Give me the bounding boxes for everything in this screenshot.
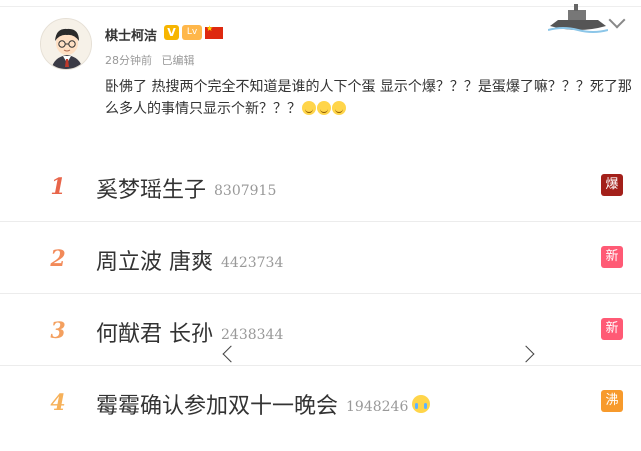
hot-topic-title: 周立波 唐爽 — [96, 250, 213, 275]
chevron-down-icon[interactable] — [608, 11, 626, 29]
hot-count: 4423734 — [221, 255, 284, 271]
hot-topic-title: 霉霉确认参加双十一晚会 — [96, 394, 339, 419]
hot-count: 8307915 — [214, 183, 277, 199]
post-time: 28分钟前 — [105, 54, 152, 67]
hot-count: 1948246 — [346, 399, 409, 415]
sweat-emoji-icon — [317, 101, 331, 115]
post-text-content: 卧佛了 热搜两个完全不知道是谁的人下个蛋 显示个爆？？？是蛋爆了嘛？？？死了那么… — [105, 79, 632, 117]
hot-list-row[interactable]: 4 霉霉确认参加双十一晚会 1948246 沸 — [0, 366, 641, 438]
hot-rank: 1 — [50, 174, 66, 200]
verified-badge-icon: V — [164, 25, 179, 40]
new-tag-badge: 新 — [601, 318, 623, 340]
level-badge-icon: Lv — [182, 25, 202, 40]
sweat-emoji-icon — [332, 101, 346, 115]
hot-topic[interactable]: 奚梦瑶生子 8307915 — [96, 172, 276, 204]
new-tag-badge: 新 — [601, 246, 623, 268]
ship-decoration-icon — [548, 4, 608, 33]
post-meta: 28分钟前 已编辑 — [105, 52, 201, 68]
hot-topic[interactable]: 何猷君 长孙 2438344 — [96, 316, 283, 348]
hot-topic-title: 奚梦瑶生子 — [96, 178, 207, 203]
sweat-emoji-icon — [302, 101, 316, 115]
hot-topic[interactable]: 周立波 唐爽 4423734 — [96, 244, 283, 276]
boil-tag-badge: 沸 — [601, 390, 623, 412]
top-divider — [0, 6, 641, 7]
hot-list-row[interactable]: 1 奚梦瑶生子 8307915 爆 — [0, 150, 641, 222]
china-flag-icon — [205, 24, 223, 39]
hot-tag-badge: 爆 — [601, 174, 623, 196]
hot-list-row[interactable]: 2 周立波 唐爽 4423734 新 — [0, 222, 641, 294]
crying-emoji-icon — [412, 395, 431, 413]
hot-list-row[interactable]: 3 何猷君 长孙 2438344 新 — [0, 294, 641, 366]
edited-label[interactable]: 已编辑 — [162, 54, 195, 67]
post-text: 卧佛了 热搜两个完全不知道是谁的人下个蛋 显示个爆？？？是蛋爆了嘛？？？死了那么… — [105, 76, 637, 120]
avatar[interactable] — [40, 18, 92, 70]
hot-topic-title: 何猷君 长孙 — [96, 322, 213, 347]
avatar-cartoon-icon — [41, 19, 91, 69]
hot-count: 2438344 — [221, 327, 284, 343]
username[interactable]: 棋士柯洁 — [105, 25, 157, 44]
hot-rank: 4 — [50, 390, 66, 416]
hot-topic[interactable]: 霉霉确认参加双十一晚会 1948246 — [96, 388, 431, 420]
hot-rank: 2 — [50, 246, 66, 272]
hot-rank: 3 — [50, 318, 66, 344]
